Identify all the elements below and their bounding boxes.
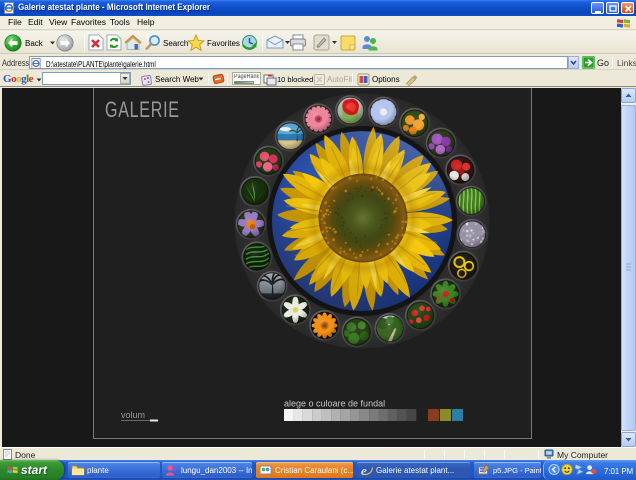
svg-text:alege o culoare de fundal: alege o culoare de fundal bbox=[284, 399, 385, 409]
svg-text:GALERIE: GALERIE bbox=[105, 99, 180, 123]
svg-text:volum: volum bbox=[121, 410, 145, 420]
